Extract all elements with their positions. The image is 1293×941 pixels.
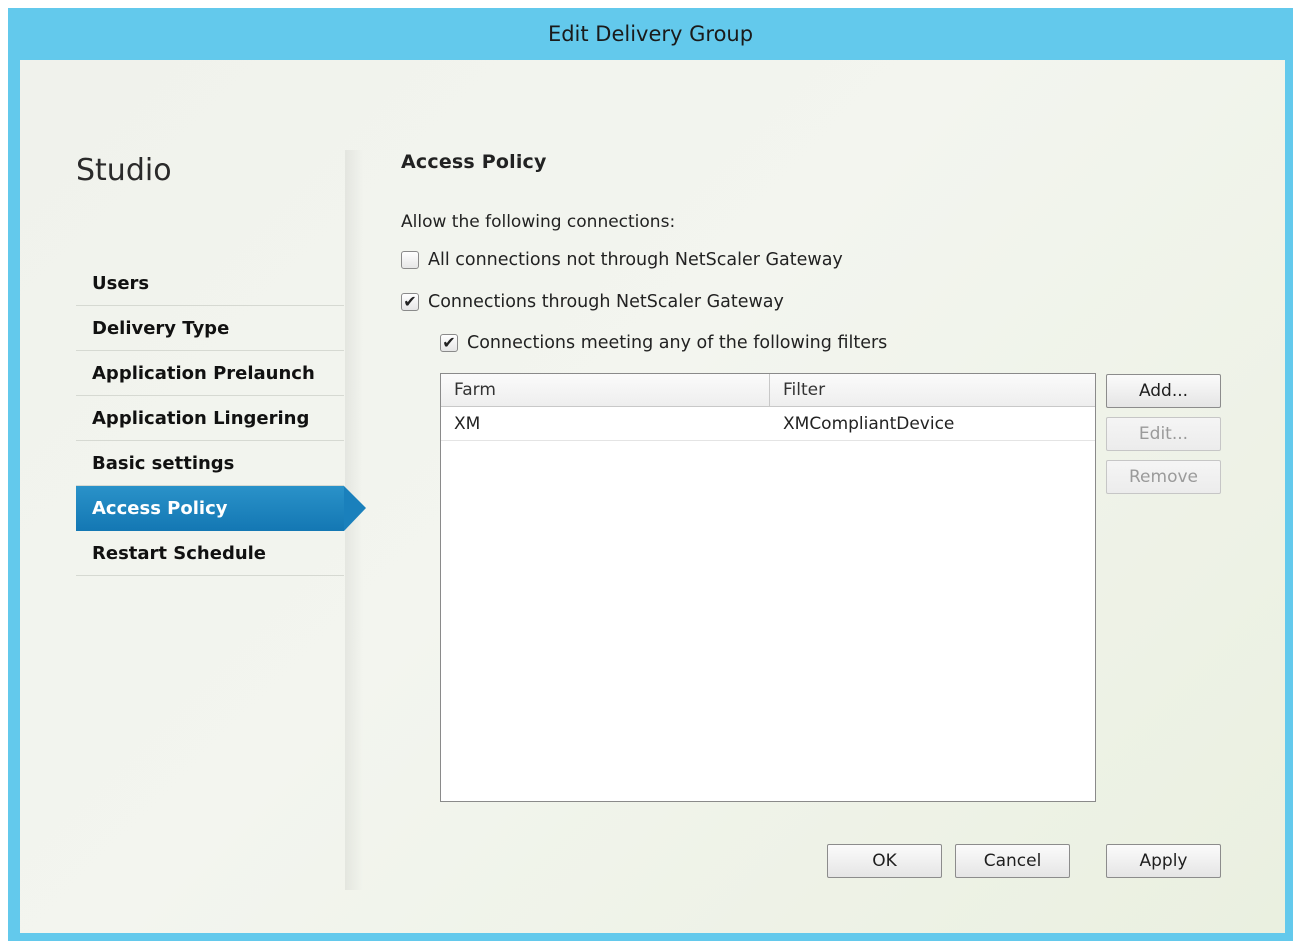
nav-item-application-lingering[interactable]: Application Lingering: [76, 396, 344, 441]
wizard-nav: Users Delivery Type Application Prelaunc…: [76, 261, 366, 576]
check-mark-icon: ✔: [442, 333, 456, 352]
studio-brand-title: Studio: [76, 153, 172, 188]
window-edge: [0, 8, 8, 60]
table-row[interactable]: XM XMCompliantDevice: [441, 407, 1095, 441]
cancel-button[interactable]: Cancel: [955, 844, 1070, 878]
nav-item-users[interactable]: Users: [76, 261, 344, 306]
checkbox-row-filters[interactable]: ✔ Connections meeting any of the followi…: [440, 333, 887, 353]
nav-item-delivery-type[interactable]: Delivery Type: [76, 306, 344, 351]
nav-item-restart-schedule[interactable]: Restart Schedule: [76, 531, 344, 576]
apply-button[interactable]: Apply: [1106, 844, 1221, 878]
checkbox-row-gateway[interactable]: ✔ Connections through NetScaler Gateway: [401, 292, 784, 312]
nav-item-label: Restart Schedule: [92, 542, 267, 564]
edit-filter-button[interactable]: Edit...: [1106, 417, 1221, 451]
checkbox-gateway[interactable]: ✔: [401, 293, 419, 311]
checkbox-label: Connections meeting any of the following…: [467, 333, 888, 353]
grid-header: Farm Filter: [441, 374, 1095, 407]
check-mark-icon: ✔: [403, 292, 417, 311]
nav-item-label: Users: [92, 272, 150, 294]
nav-item-basic-settings[interactable]: Basic settings: [76, 441, 344, 486]
nav-item-label: Access Policy: [92, 497, 228, 519]
nav-item-label: Delivery Type: [92, 317, 230, 339]
window-title-bar[interactable]: Edit Delivery Group: [8, 8, 1293, 60]
nav-item-label: Application Lingering: [92, 407, 310, 429]
add-filter-button[interactable]: Add...: [1106, 374, 1221, 408]
window-title: Edit Delivery Group: [547, 22, 754, 46]
cell-filter: XMCompliantDevice: [783, 413, 955, 434]
checkbox-label: All connections not through NetScaler Ga…: [428, 250, 843, 270]
cell-farm: XM: [454, 413, 481, 434]
column-header-farm[interactable]: Farm: [441, 374, 770, 406]
nav-item-access-policy[interactable]: Access Policy: [76, 486, 366, 531]
filters-grid[interactable]: Farm Filter XM XMCompliantDevice: [440, 373, 1096, 802]
checkbox-label: Connections through NetScaler Gateway: [428, 292, 784, 312]
column-header-filter[interactable]: Filter: [770, 374, 1095, 406]
nav-item-label: Application Prelaunch: [92, 362, 315, 384]
checkbox-filters[interactable]: ✔: [440, 334, 458, 352]
checkbox-row-not-gateway[interactable]: All connections not through NetScaler Ga…: [401, 250, 843, 270]
checkbox-not-gateway[interactable]: [401, 251, 419, 269]
allow-connections-label: Allow the following connections:: [401, 212, 676, 232]
page-title: Access Policy: [401, 151, 547, 173]
ok-button[interactable]: OK: [827, 844, 942, 878]
remove-filter-button[interactable]: Remove: [1106, 460, 1221, 494]
nav-item-application-prelaunch[interactable]: Application Prelaunch: [76, 351, 344, 396]
nav-item-label: Basic settings: [92, 452, 235, 474]
